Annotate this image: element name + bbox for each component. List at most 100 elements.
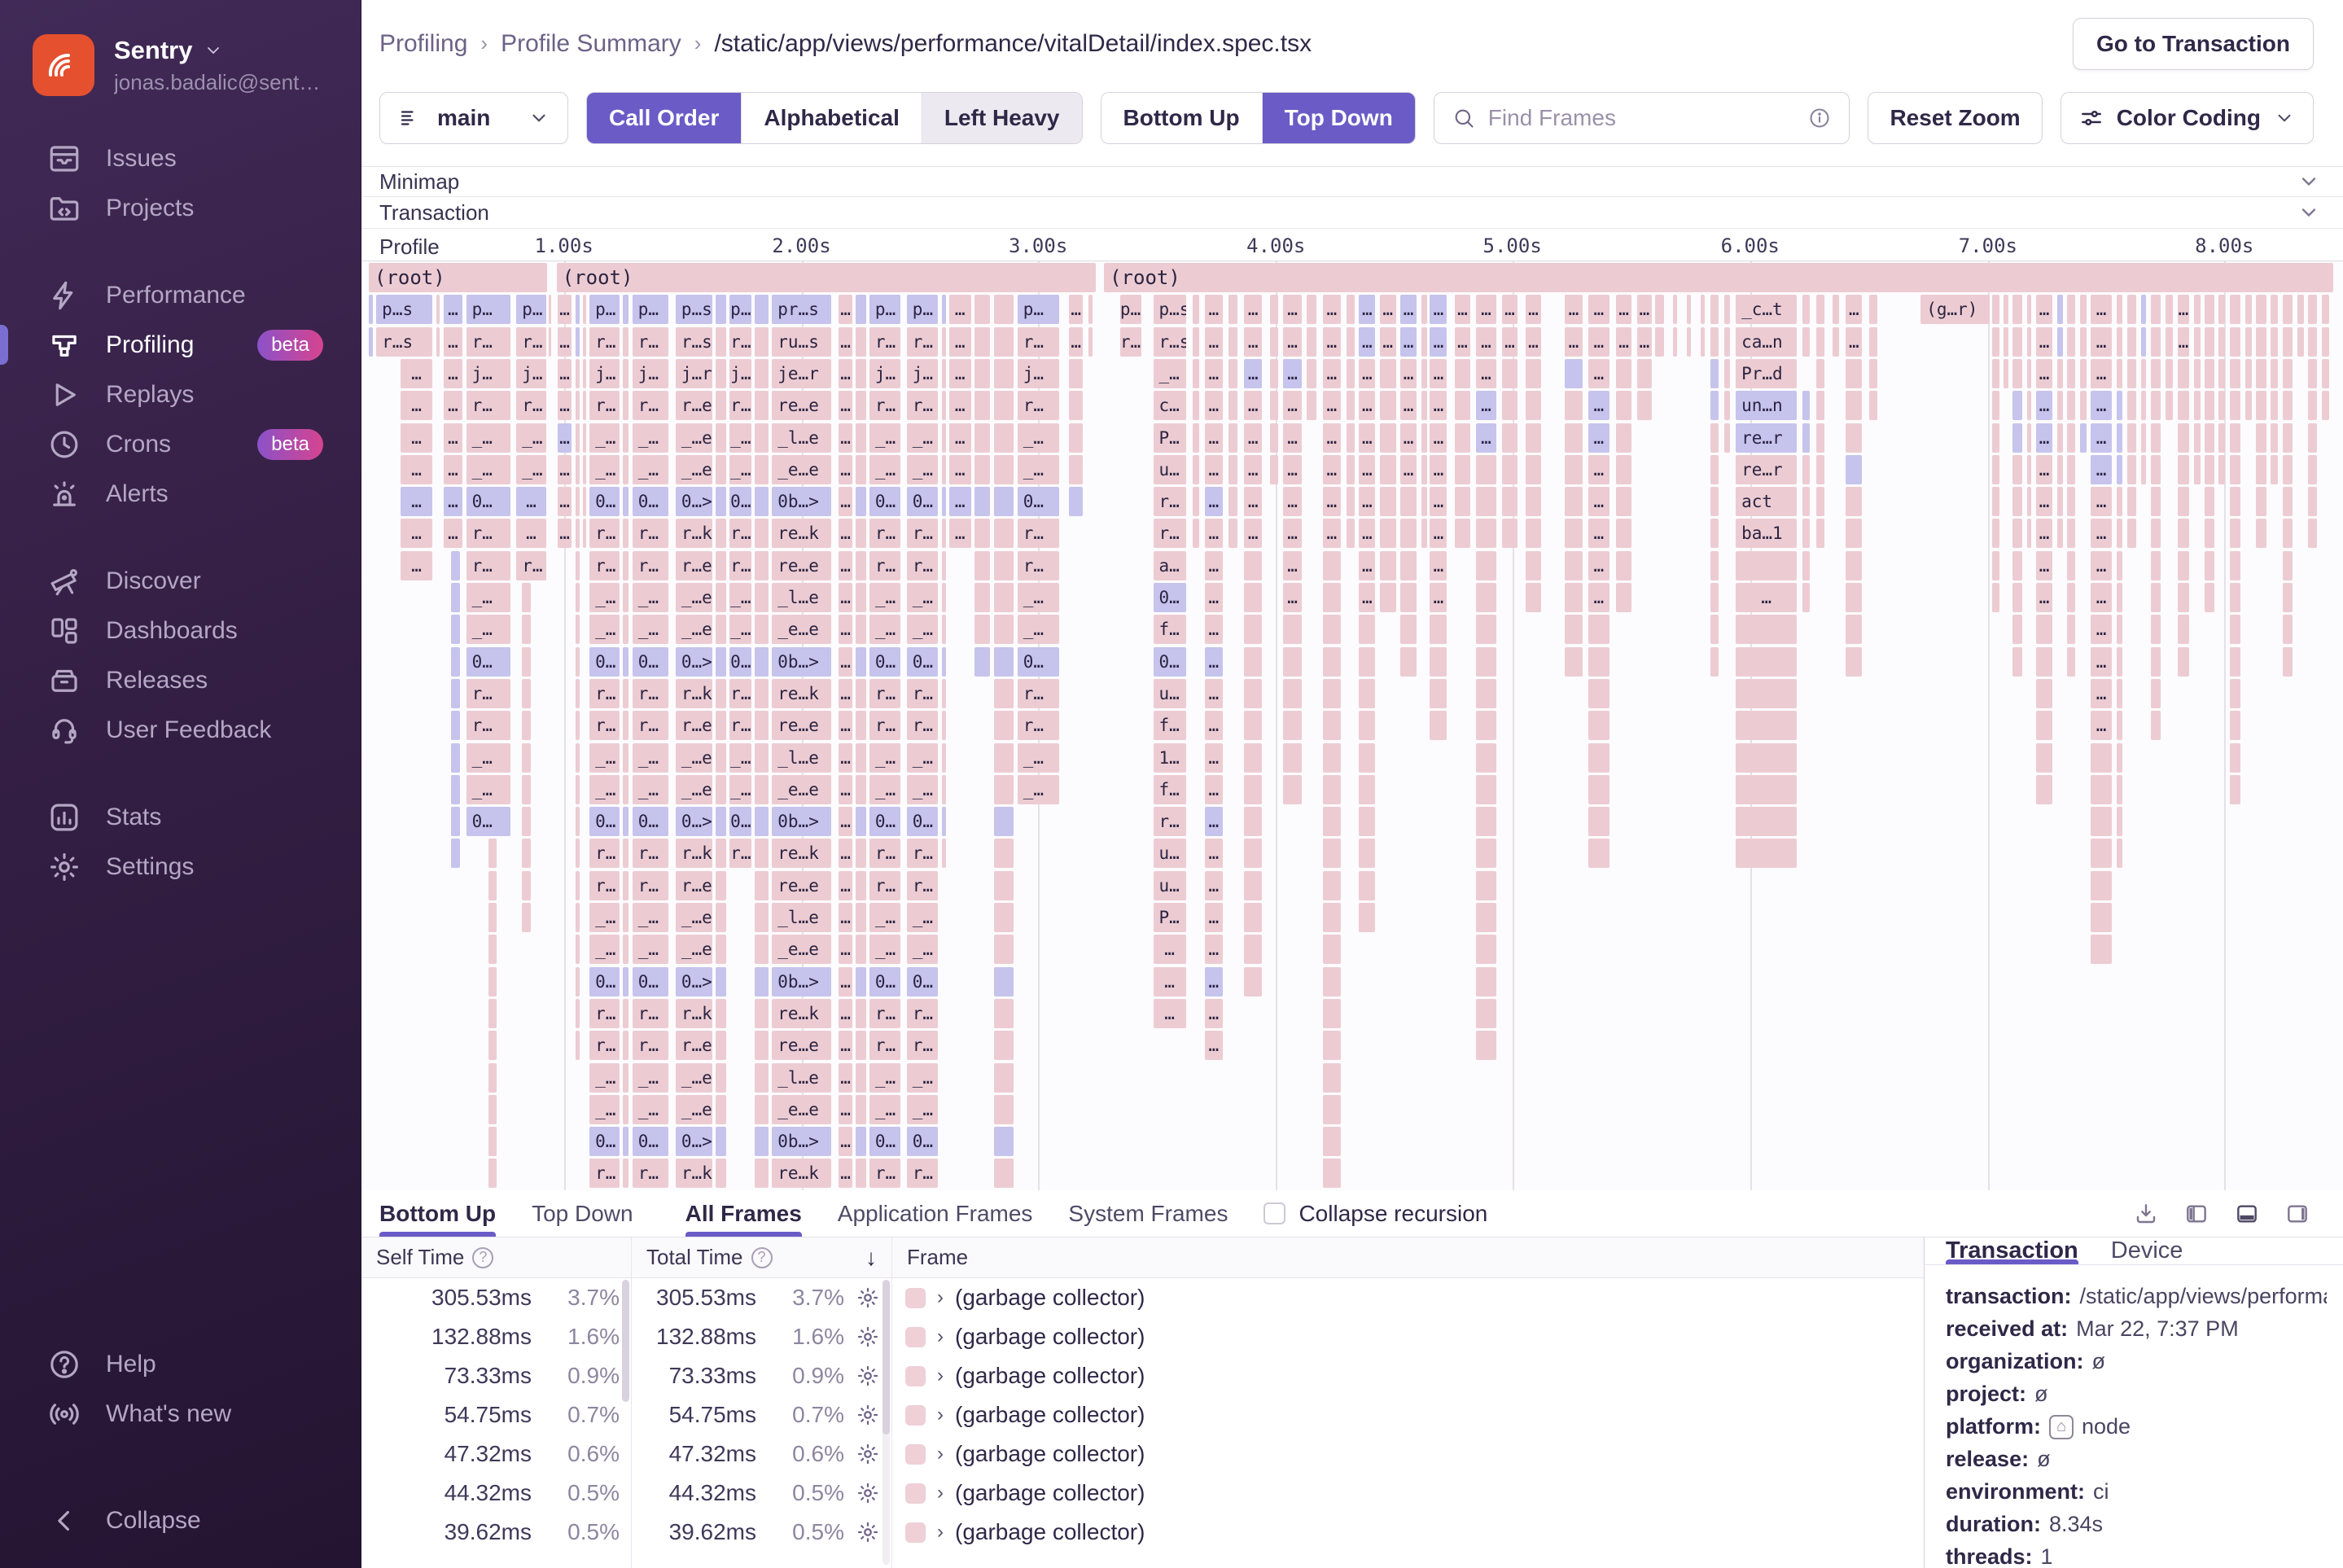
flame-frame[interactable]: [1992, 327, 1999, 357]
flame-frame[interactable]: _…e: [676, 1095, 713, 1124]
flame-frame[interactable]: …: [401, 423, 433, 453]
flame-frame[interactable]: [2141, 327, 2146, 357]
flame-frame[interactable]: [856, 1063, 866, 1093]
flame-frame[interactable]: …: [1244, 455, 1262, 484]
flame-frame[interactable]: …: [1430, 519, 1447, 548]
tab-top-down[interactable]: Top Down: [532, 1190, 633, 1237]
flame-frame[interactable]: [2027, 519, 2031, 548]
flame-frame[interactable]: [2151, 647, 2161, 677]
flame-frame[interactable]: …: [839, 839, 852, 868]
flame-frame[interactable]: …: [401, 391, 433, 420]
flame-frame[interactable]: [2308, 487, 2317, 516]
flame-frame[interactable]: [1476, 647, 1496, 677]
flame-frame[interactable]: r…k: [676, 519, 713, 548]
flame-frame[interactable]: p…s: [676, 295, 713, 324]
flame-frame[interactable]: [522, 679, 530, 708]
flame-frame[interactable]: [1869, 359, 1877, 388]
flame-frame[interactable]: [1565, 615, 1583, 644]
flame-frame[interactable]: …: [2091, 679, 2112, 708]
flame-frame[interactable]: …: [558, 295, 572, 324]
flame-frame[interactable]: [2256, 487, 2266, 516]
flame-frame[interactable]: …: [2091, 391, 2112, 420]
flame-frame[interactable]: [1347, 391, 1355, 420]
flame-frame[interactable]: …: [1476, 327, 1496, 357]
flame-frame[interactable]: [994, 519, 1013, 548]
flame-frame[interactable]: [856, 1095, 866, 1124]
flame-frame[interactable]: …: [839, 423, 852, 453]
flame-frame[interactable]: [1283, 711, 1301, 740]
flame-frame[interactable]: [623, 359, 628, 388]
flame-frame[interactable]: [994, 839, 1013, 868]
flame-frame[interactable]: _…e: [676, 455, 713, 484]
flame-frame[interactable]: …: [2091, 455, 2112, 484]
flame-frame[interactable]: [2218, 295, 2225, 324]
flame-frame[interactable]: _l…e: [772, 583, 831, 612]
flame-frame[interactable]: [1476, 551, 1496, 580]
flame-frame[interactable]: 0…: [1154, 583, 1186, 612]
flame-frame[interactable]: …: [2091, 327, 2112, 357]
flame-frame[interactable]: [451, 583, 459, 612]
flame-frame[interactable]: j…r: [676, 359, 713, 388]
flame-frame[interactable]: [549, 327, 551, 357]
chevron-right-icon[interactable]: ›: [937, 1443, 944, 1465]
flame-frame[interactable]: …: [401, 455, 433, 484]
flame-frame[interactable]: …: [1205, 935, 1223, 964]
flame-frame[interactable]: [1283, 775, 1301, 804]
flame-frame[interactable]: [1270, 295, 1278, 324]
flame-frame[interactable]: [2178, 647, 2190, 677]
flame-frame[interactable]: [1359, 775, 1375, 804]
flame-frame[interactable]: …: [1244, 295, 1262, 324]
flame-frame[interactable]: [451, 807, 459, 836]
flame-frame[interactable]: …: [1588, 359, 1609, 388]
flame-frame[interactable]: [1244, 583, 1262, 612]
flame-frame[interactable]: r…: [1018, 519, 1059, 548]
flame-frame[interactable]: p…s: [376, 295, 432, 324]
flame-frame[interactable]: 0…>: [676, 967, 713, 996]
flame-frame[interactable]: [994, 455, 1013, 484]
flame-frame[interactable]: r…: [729, 519, 751, 548]
flame-frame[interactable]: [2178, 615, 2190, 644]
flame-frame[interactable]: [1992, 391, 1999, 420]
flame-frame[interactable]: [942, 711, 947, 740]
flame-frame[interactable]: [2057, 327, 2062, 357]
flame-frame[interactable]: r…: [633, 1158, 668, 1188]
flame-frame[interactable]: [2218, 455, 2225, 484]
flame-frame[interactable]: 0…: [589, 487, 620, 516]
flame-frame[interactable]: 0…>: [676, 647, 713, 677]
flame-frame[interactable]: [2057, 295, 2062, 324]
flame-frame[interactable]: 0…: [907, 807, 938, 836]
flame-frame[interactable]: r…: [516, 327, 546, 357]
flame-frame[interactable]: _…: [466, 455, 511, 484]
flame-frame[interactable]: …: [949, 327, 971, 357]
flame-frame[interactable]: [942, 615, 947, 644]
flame-frame[interactable]: …: [839, 615, 852, 644]
flame-frame[interactable]: re…e: [772, 551, 831, 580]
flame-frame[interactable]: [1526, 423, 1542, 453]
flame-frame[interactable]: _…: [633, 455, 668, 484]
tab-application-frames[interactable]: Application Frames: [838, 1190, 1033, 1237]
flame-frame[interactable]: [974, 327, 991, 357]
total-time-row[interactable]: 44.32ms0.5%: [632, 1474, 891, 1513]
flame-frame[interactable]: _…: [869, 743, 900, 773]
flame-frame[interactable]: 0…: [907, 487, 938, 516]
flame-frame[interactable]: [583, 455, 586, 484]
flame-frame[interactable]: [856, 967, 866, 996]
flame-frame[interactable]: _…: [729, 775, 751, 804]
flame-frame[interactable]: …: [1359, 551, 1375, 580]
flame-frame[interactable]: r…: [907, 551, 938, 580]
flame-frame[interactable]: [1616, 423, 1632, 453]
flame-frame[interactable]: r…: [633, 679, 668, 708]
flame-frame[interactable]: ba…1: [1736, 519, 1797, 548]
flame-frame[interactable]: [2091, 903, 2112, 932]
flame-frame[interactable]: _e…e: [772, 1095, 831, 1124]
flame-frame[interactable]: [856, 775, 866, 804]
flame-frame[interactable]: …: [2091, 647, 2112, 677]
flame-frame[interactable]: [716, 295, 725, 324]
flame-frame[interactable]: [1270, 327, 1278, 357]
flame-frame[interactable]: [942, 295, 947, 324]
flame-frame[interactable]: [1455, 487, 1471, 516]
flame-frame[interactable]: r…: [589, 871, 620, 900]
flame-frame[interactable]: [583, 423, 586, 453]
flame-frame[interactable]: [1244, 935, 1262, 964]
flame-frame[interactable]: [1588, 711, 1609, 740]
